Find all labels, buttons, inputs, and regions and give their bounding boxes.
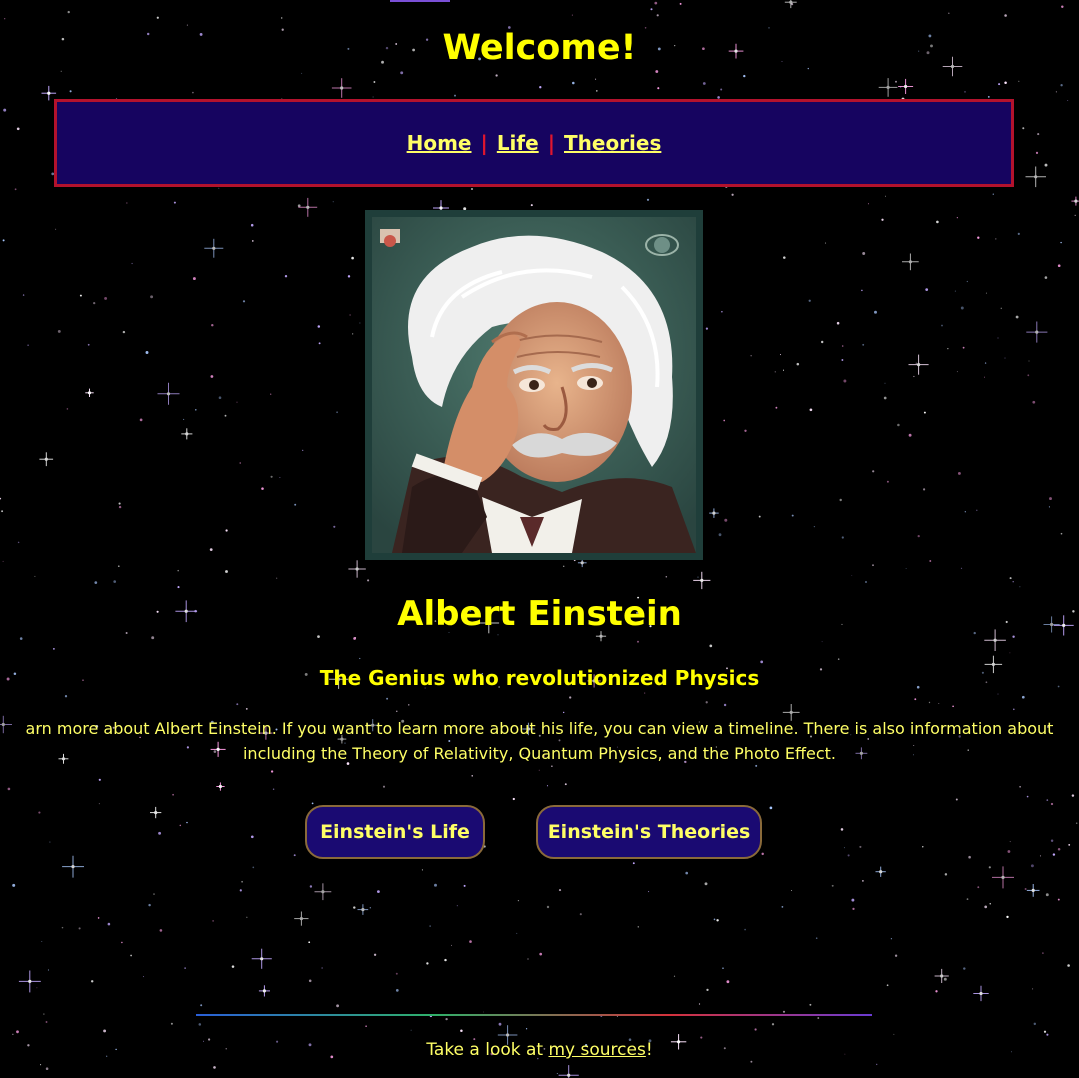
portrait-illustration [372,217,696,553]
nav-link-home[interactable]: Home [407,131,472,155]
footer-divider [196,1014,872,1016]
footer: Take a look at my sources! [0,1040,1079,1060]
nav-link-life[interactable]: Life [497,131,539,155]
top-strip [390,0,450,2]
nav-bar: Home | Life | Theories [54,99,1014,187]
intro-line-1: arn more about Albert Einstein. If you w… [25,719,1054,738]
tagline: The Genius who revolutionized Physics [319,666,760,690]
welcome-heading: Welcome! [442,28,637,68]
footer-suffix: ! [645,1040,653,1060]
nav-link-theories[interactable]: Theories [564,131,661,155]
footer-prefix: Take a look at [426,1040,549,1060]
einsteins-theories-button[interactable]: Einstein's Theories [536,805,762,859]
person-name: Albert Einstein [397,594,682,634]
einsteins-life-button[interactable]: Einstein's Life [305,805,485,859]
page: Welcome! Home | Life | Theories Albert E… [0,0,1079,1078]
einstein-portrait [365,210,703,560]
intro-line-2: including the Theory of Relativity, Quan… [242,744,837,763]
nav-separator: | [547,131,555,155]
intro-paragraph: arn more about Albert Einstein. If you w… [0,716,1079,766]
sources-link[interactable]: my sources [549,1040,646,1060]
nav-separator: | [480,131,488,155]
